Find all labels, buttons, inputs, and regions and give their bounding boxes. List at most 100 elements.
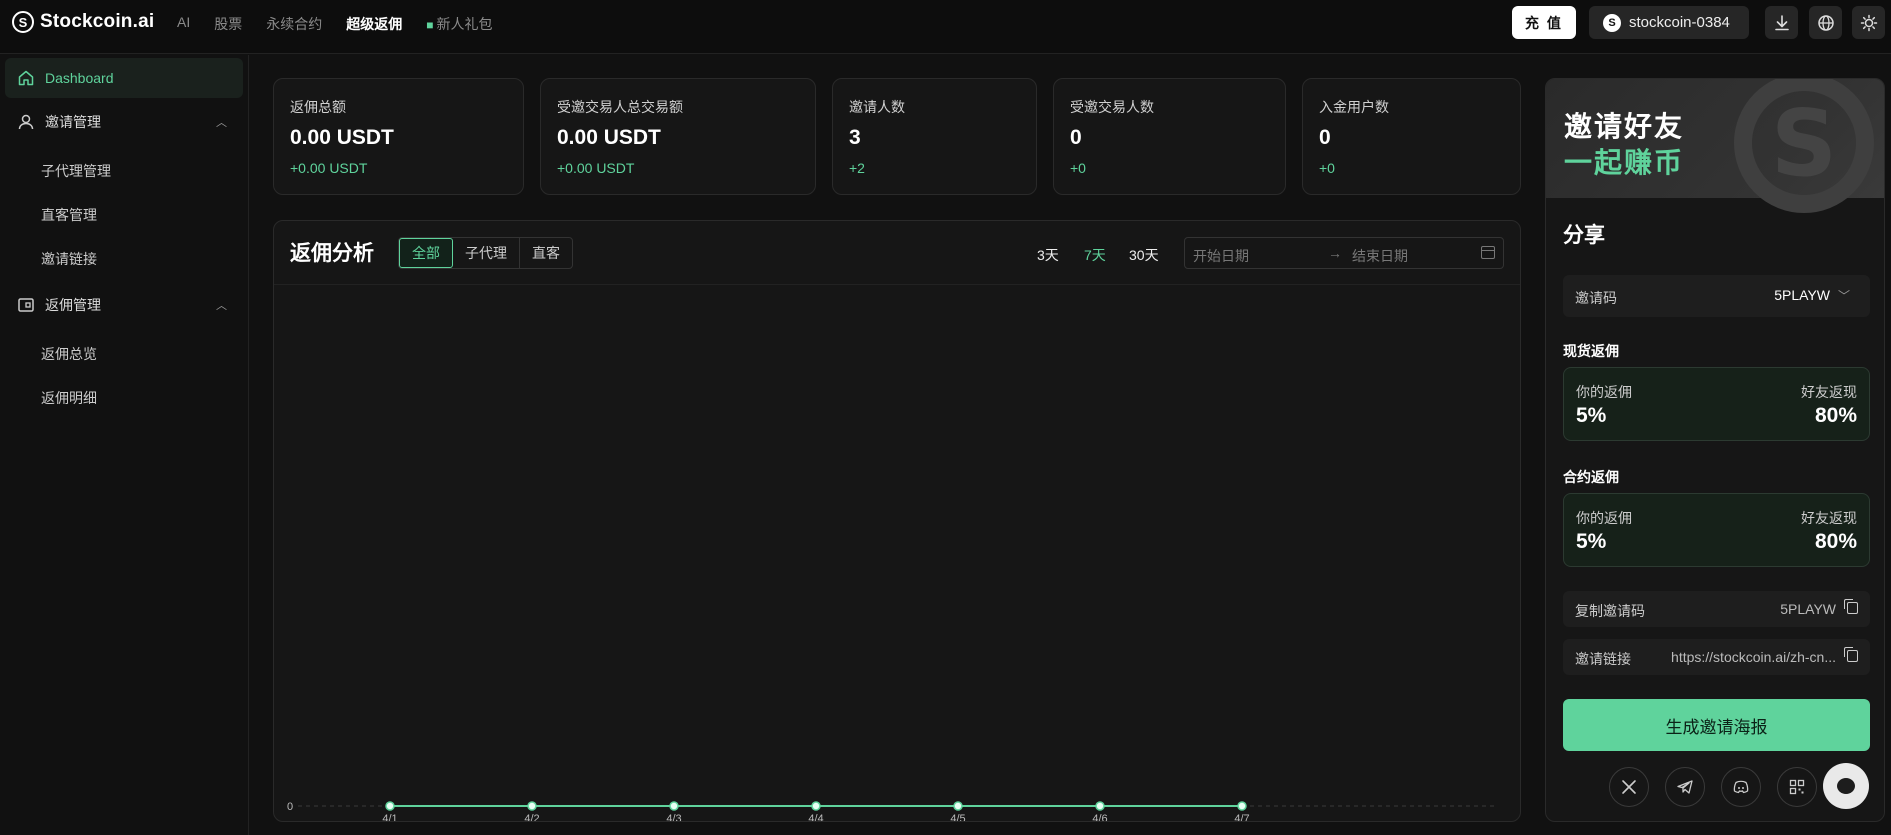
telegram-icon (1677, 780, 1693, 794)
sidebar-item-dashboard[interactable]: Dashboard (5, 58, 243, 98)
stat-card-invitee-total-volume: 受邀交易人总交易额 0.00 USDT +0.00 USDT (540, 78, 816, 195)
rebate-analysis-panel: 返佣分析 全部 子代理 直客 3天 7天 30天 开始日期 → 结束日期 0 4/… (273, 220, 1521, 822)
friend-cashback-label: 好友返现 (1801, 384, 1857, 400)
chat-icon (1837, 778, 1855, 794)
x-tick-label: 4/5 (950, 813, 965, 822)
qrcode-icon (1789, 779, 1805, 795)
invite-code-select[interactable]: 邀请码 5PLAYW ﹀ (1563, 275, 1870, 317)
range-7-days[interactable]: 7天 (1084, 245, 1106, 265)
logo-text: Stockcoin.ai (40, 11, 155, 32)
nav-item-stocks[interactable]: 股票 (214, 14, 242, 34)
arrow-right-icon: → (1328, 245, 1342, 261)
support-chat-button[interactable] (1823, 763, 1869, 809)
x-tick-label: 4/4 (808, 813, 823, 822)
main-nav: AI 股票 永续合约 超级返佣 ■ 新人礼包 (177, 14, 492, 34)
data-point[interactable] (811, 801, 821, 811)
data-point[interactable] (1095, 801, 1105, 811)
sidebar-item-dashboard-label: Dashboard (45, 70, 114, 86)
nav-item-ai[interactable]: AI (177, 14, 190, 34)
nav-item-newcomer-gift-label: 新人礼包 (436, 16, 493, 32)
x-tick-label: 4/2 (524, 813, 539, 822)
range-30-days[interactable]: 30天 (1129, 245, 1159, 265)
chevron-up-icon: ︿ (216, 300, 227, 312)
spot-rebate-box: 你的返佣 5% 好友返现 80% (1563, 367, 1870, 441)
your-rebate-value: 5% (1576, 530, 1607, 553)
your-rebate-label: 你的返佣 (1576, 510, 1632, 526)
sidebar-item-sub-agent-management[interactable]: 子代理管理 (41, 161, 111, 181)
generate-invite-poster-button[interactable]: 生成邀请海报 (1563, 699, 1870, 751)
language-button[interactable] (1809, 6, 1842, 39)
theme-toggle-button[interactable] (1852, 6, 1885, 39)
logo-icon: S (12, 11, 34, 33)
sidebar-group-label: 邀请管理 (45, 114, 101, 130)
stat-value: 0.00 USDT (290, 126, 394, 149)
invite-code-value: 5PLAYW (1774, 287, 1830, 303)
data-point[interactable] (953, 801, 963, 811)
sidebar-item-rebate-details[interactable]: 返佣明细 (41, 388, 97, 408)
share-title: 分享 (1563, 224, 1605, 247)
chevron-up-icon: ︿ (216, 117, 227, 129)
copy-invite-code-row[interactable]: 复制邀请码 5PLAYW (1563, 591, 1870, 627)
stat-value: 0.00 USDT (557, 126, 661, 149)
your-rebate-label: 你的返佣 (1576, 384, 1632, 400)
sidebar-group-rebate-management[interactable]: 返佣管理 ︿ (17, 295, 227, 315)
share-telegram-button[interactable] (1665, 767, 1705, 807)
x-tick-label: 4/7 (1234, 813, 1249, 822)
sidebar-item-rebate-overview[interactable]: 返佣总览 (41, 344, 97, 364)
stat-card-invite-count: 邀请人数 3 +2 (832, 78, 1037, 195)
x-tick-label: 4/1 (382, 813, 397, 822)
data-point[interactable] (385, 801, 395, 811)
segment-all[interactable]: 全部 (399, 238, 453, 268)
deposit-button[interactable]: 充 值 (1512, 6, 1576, 39)
panel-header: 返佣分析 全部 子代理 直客 3天 7天 30天 开始日期 → 结束日期 (274, 221, 1520, 285)
download-button[interactable] (1765, 6, 1798, 39)
date-range-picker[interactable]: 开始日期 → 结束日期 (1184, 237, 1504, 269)
copy-icon[interactable] (1844, 599, 1858, 614)
sidebar-item-invite-links[interactable]: 邀请链接 (41, 249, 97, 269)
username: stockcoin-0384 (1629, 14, 1730, 31)
calendar-icon (1481, 246, 1495, 259)
data-point[interactable] (1237, 801, 1247, 811)
y-tick-label: 0 (287, 801, 293, 813)
stat-label: 受邀交易人总交易额 (557, 99, 683, 115)
spot-rebate-title: 现货返佣 (1563, 343, 1619, 359)
invite-link-row[interactable]: 邀请链接 https://stockcoin.ai/zh-cn... (1563, 639, 1870, 675)
start-date-input[interactable]: 开始日期 (1193, 246, 1249, 266)
stat-label: 受邀交易人数 (1070, 99, 1154, 115)
user-account-button[interactable]: S stockcoin-0384 (1589, 6, 1749, 39)
nav-item-super-rebate[interactable]: 超级返佣 (346, 14, 402, 34)
friend-cashback-value: 80% (1814, 530, 1857, 553)
segment-sub-agent[interactable]: 子代理 (453, 238, 520, 268)
stat-delta: +0.00 USDT (557, 160, 635, 176)
nav-item-newcomer-gift[interactable]: ■ 新人礼包 (426, 14, 492, 34)
share-qrcode-button[interactable] (1777, 767, 1817, 807)
chevron-down-icon: ﹀ (1837, 289, 1850, 303)
sidebar-group-invite-management[interactable]: 邀请管理 ︿ (17, 112, 227, 132)
range-3-days[interactable]: 3天 (1037, 245, 1059, 265)
segment-control: 全部 子代理 直客 (398, 237, 573, 269)
sun-icon (1860, 14, 1877, 31)
copy-icon[interactable] (1844, 647, 1858, 662)
discord-icon (1733, 780, 1749, 794)
share-x-button[interactable] (1609, 767, 1649, 807)
top-navigation-bar: S Stockcoin.ai AI 股票 永续合约 超级返佣 ■ 新人礼包 充 值… (0, 0, 1891, 54)
end-date-input[interactable]: 结束日期 (1352, 246, 1408, 266)
sidebar-item-direct-client-management[interactable]: 直客管理 (41, 205, 97, 225)
stat-delta: +0 (1070, 160, 1086, 176)
banner-subtitle: 一起赚币 (1564, 147, 1685, 178)
x-tick-label: 4/6 (1092, 813, 1107, 822)
futures-rebate-box: 你的返佣 5% 好友返现 80% (1563, 493, 1870, 567)
friend-cashback-label: 好友返现 (1801, 510, 1857, 526)
stat-card-total-rebate: 返佣总额 0.00 USDT +0.00 USDT (273, 78, 524, 195)
data-point[interactable] (669, 801, 679, 811)
share-discord-button[interactable] (1721, 767, 1761, 807)
invite-link-label: 邀请链接 (1575, 651, 1631, 667)
data-point[interactable] (527, 801, 537, 811)
x-tick-label: 4/3 (666, 813, 681, 822)
segment-direct-client[interactable]: 直客 (520, 238, 572, 268)
panel-title: 返佣分析 (290, 242, 374, 265)
nav-item-perpetual-futures[interactable]: 永续合约 (266, 14, 322, 34)
logo[interactable]: S Stockcoin.ai (12, 11, 154, 33)
stat-label: 入金用户数 (1319, 99, 1389, 115)
stat-card-deposit-users: 入金用户数 0 +0 (1302, 78, 1521, 195)
